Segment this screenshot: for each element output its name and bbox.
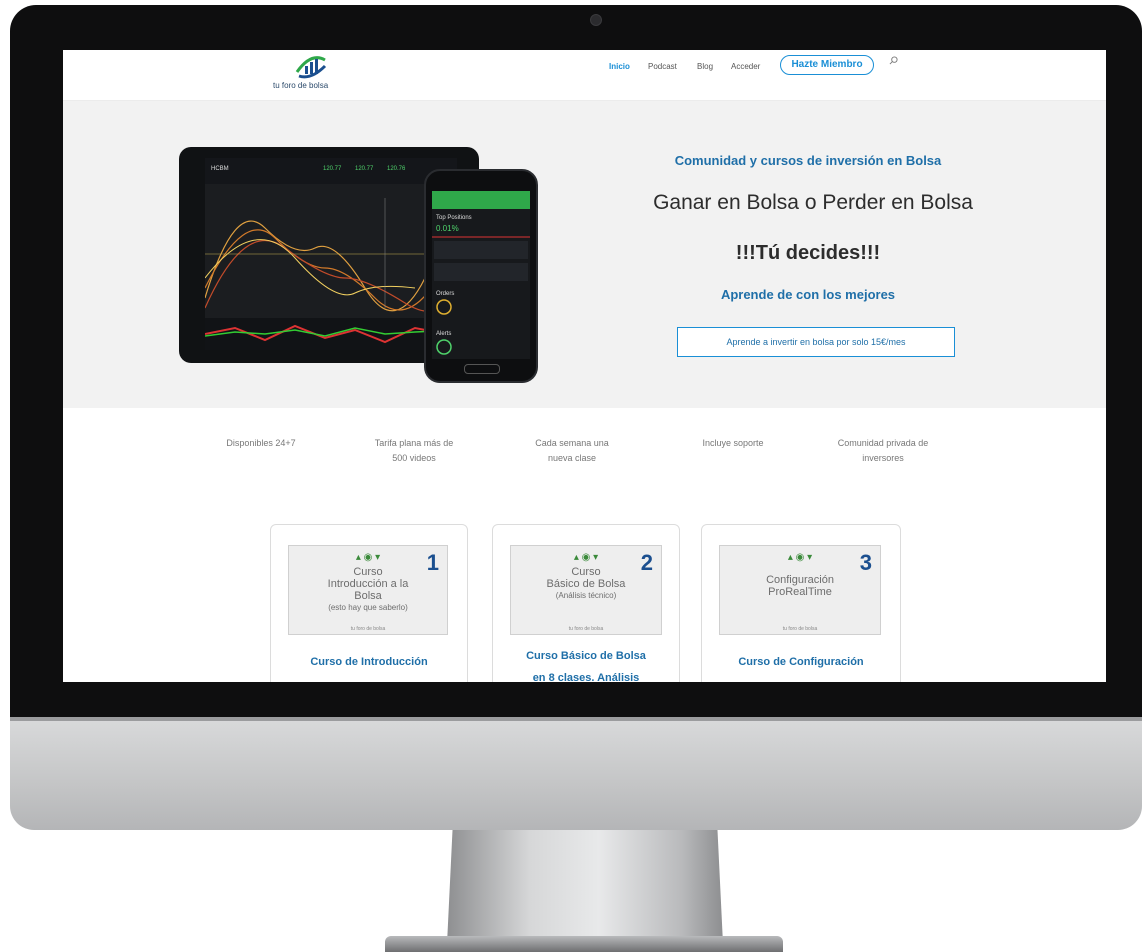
feature-line: 500 videos	[392, 453, 436, 463]
course-title[interactable]: Curso de Introducción	[271, 651, 467, 673]
feature-clase: Cada semana una nueva clase	[497, 436, 647, 466]
candlestick-chart-icon: HCBM 120.77 120.77 120.76	[205, 158, 457, 350]
course-title-continued[interactable]: en 8 clases. Análisis	[493, 667, 679, 682]
thumb-logo-icon: ▴ ◉ ▾	[787, 552, 813, 563]
monitor-base	[385, 936, 783, 952]
thumb-small-line: (Análisis técnico)	[555, 591, 617, 600]
thumb-logo-icon: ▴ ◉ ▾	[355, 552, 381, 563]
monitor-chin	[10, 717, 1142, 830]
course-thumbnail[interactable]: ▴ ◉ ▾ 2 Curso Básico de Bolsa (Análisis …	[510, 545, 662, 635]
thumb-small-line: (esto hay que saberlo)	[328, 603, 408, 612]
trading-chart-screen: HCBM 120.77 120.77 120.76	[205, 158, 457, 350]
svg-text:Alerts: Alerts	[436, 331, 451, 337]
monitor-chin-edge	[10, 717, 1142, 721]
feature-line: inversores	[862, 453, 904, 463]
svg-text:HCBM: HCBM	[211, 166, 229, 172]
thumb-caption: Curso Básico de Bolsa (Análisis técnico)	[511, 566, 661, 602]
course-title[interactable]: Curso de Configuración	[702, 651, 900, 673]
course-card-3[interactable]: ▴ ◉ ▾ 3 Configuración ProRealTime tu for…	[701, 524, 901, 682]
thumb-footer: tu foro de bolsa	[568, 626, 604, 632]
svg-text:120.77: 120.77	[323, 166, 342, 172]
svg-text:0.01%: 0.01%	[436, 224, 459, 233]
course-thumbnail[interactable]: ▴ ◉ ▾ 1 Curso Introducción a la Bolsa (e…	[288, 545, 448, 635]
hazte-miembro-button[interactable]: Hazte Miembro	[780, 55, 874, 75]
feature-line: Incluye soporte	[702, 438, 764, 448]
phone-app-header	[432, 191, 530, 209]
thumb-line: Curso	[353, 566, 383, 578]
hero-lead: Aprende de con los mejores	[720, 287, 896, 302]
thumb-line: Básico de Bolsa	[546, 578, 626, 590]
hero-subtitle: !!!Tú decides!!!	[735, 242, 881, 264]
nav-inicio[interactable]: Inicio	[609, 62, 630, 71]
thumb-line: Introducción a la	[327, 578, 409, 590]
phone-image: Top Positions 0.01% Orders Alerts	[424, 169, 538, 383]
feature-line: Comunidad privada de	[837, 438, 929, 448]
feature-tarifa: Tarifa plana más de 500 videos	[339, 436, 489, 466]
thumb-footer: tu foro de bolsa	[782, 626, 818, 632]
nav-blog[interactable]: Blog	[697, 62, 713, 71]
thumb-footer: tu foro de bolsa	[350, 626, 386, 632]
svg-text:120.77: 120.77	[355, 166, 374, 172]
svg-text:120.76: 120.76	[387, 166, 406, 172]
logo-chart-icon[interactable]	[293, 50, 329, 80]
thumb-logo-icon: ▴ ◉ ▾	[573, 552, 599, 563]
nav-acceder[interactable]: Acceder	[731, 62, 760, 71]
portfolio-widgets-icon: Top Positions 0.01% Orders Alerts	[432, 215, 530, 355]
feature-comunidad: Comunidad privada de inversores	[808, 436, 958, 466]
course-thumbnail[interactable]: ▴ ◉ ▾ 3 Configuración ProRealTime tu for…	[719, 545, 881, 635]
hero-tagline: Comunidad y cursos de inversión en Bolsa	[674, 153, 942, 168]
monitor-screen: tu foro de bolsa Inicio Podcast Blog Acc…	[63, 50, 1106, 682]
trading-app-screen: Top Positions 0.01% Orders Alerts	[432, 191, 530, 359]
course-number: 3	[859, 550, 872, 575]
svg-text:Top Positions: Top Positions	[436, 215, 472, 221]
hero-title: Ganar en Bolsa o Perder en Bolsa	[653, 191, 973, 214]
course-card-1[interactable]: ▴ ◉ ▾ 1 Curso Introducción a la Bolsa (e…	[270, 524, 468, 682]
thumb-line: Configuración	[766, 574, 834, 586]
course-title[interactable]: Curso Básico de Bolsa	[493, 645, 679, 667]
feature-soporte: Incluye soporte	[658, 436, 808, 451]
thumb-line: Curso	[571, 566, 601, 578]
feature-line: nueva clase	[547, 453, 597, 463]
hero-section: HCBM 120.77 120.77 120.76 Top Positions …	[63, 101, 1106, 408]
svg-text:Orders: Orders	[436, 291, 454, 297]
camera-dot	[590, 14, 602, 26]
thumb-line: Bolsa	[354, 590, 382, 602]
feature-line: Disponibles 24+7	[226, 438, 296, 448]
feature-line: Tarifa plana más de	[374, 438, 454, 448]
nav-podcast[interactable]: Podcast	[648, 62, 677, 71]
feature-disponibles: Disponibles 24+7	[186, 436, 336, 451]
navbar: tu foro de bolsa Inicio Podcast Blog Acc…	[63, 50, 1106, 101]
thumb-line: ProRealTime	[768, 586, 832, 598]
monitor-stand	[447, 830, 723, 944]
course-card-2[interactable]: ▴ ◉ ▾ 2 Curso Básico de Bolsa (Análisis …	[492, 524, 680, 682]
subscribe-button[interactable]: Aprende a invertir en bolsa por solo 15€…	[677, 327, 955, 357]
phone-home-button	[464, 364, 500, 374]
logo-text[interactable]: tu foro de bolsa	[273, 81, 328, 90]
search-icon[interactable]	[889, 56, 898, 65]
thumb-caption: Configuración ProRealTime	[720, 574, 880, 598]
feature-line: Cada semana una	[535, 438, 609, 448]
thumb-caption: Curso Introducción a la Bolsa (esto hay …	[289, 566, 447, 614]
